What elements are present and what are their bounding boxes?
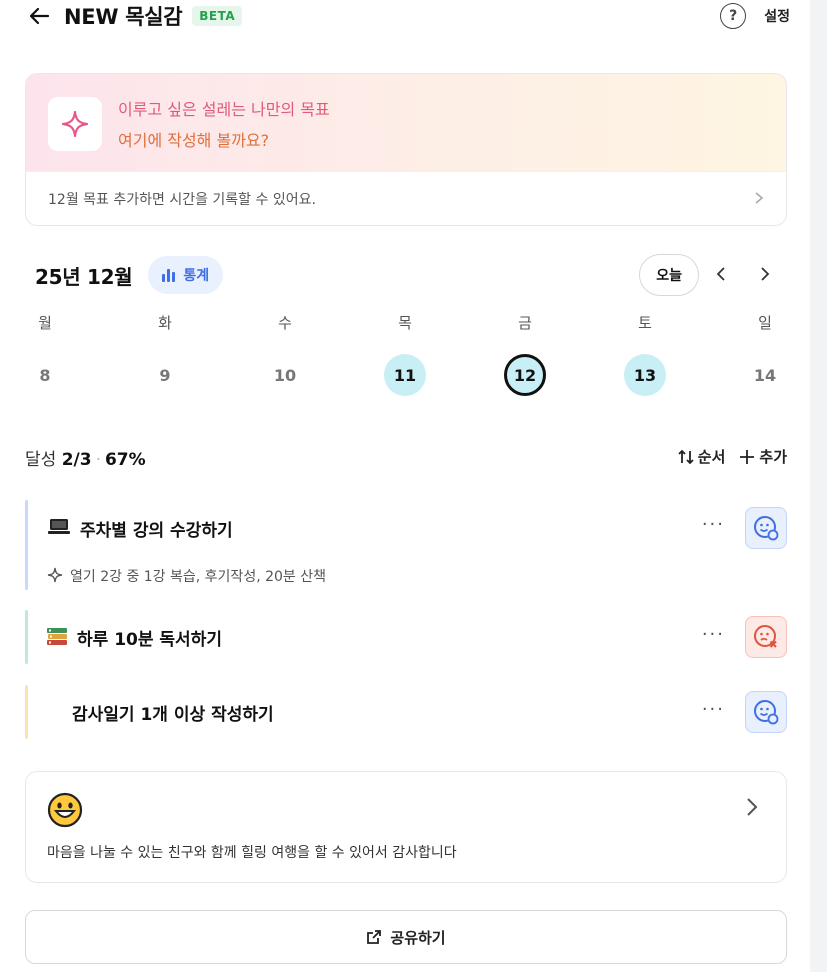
weekday-label: 목 (398, 314, 412, 332)
laptop-icon (47, 516, 71, 536)
today-button[interactable]: 오늘 (639, 254, 699, 296)
todo-color-bar (25, 500, 28, 590)
summary-actions: 순서 추가 (677, 446, 787, 467)
help-icon[interactable]: ? (720, 3, 747, 29)
grinning-face-icon (47, 792, 83, 828)
todo-color-bar (25, 610, 28, 664)
day-number: 13 (624, 354, 666, 396)
chevron-right-icon (746, 797, 758, 823)
day-number: 11 (384, 354, 426, 396)
app-header: NEW 목실감 BETA ? 설정 (28, 0, 790, 32)
month-title: 25년 12월 (35, 264, 133, 289)
todo-item[interactable]: 감사일기 1개 이상 작성하기 ··· (25, 685, 787, 739)
weekday-label: 금 (518, 314, 532, 332)
status-smile-icon[interactable] (745, 507, 787, 549)
day-number: 14 (753, 365, 777, 385)
share-label: 공유하기 (390, 928, 446, 947)
day-cell[interactable]: 13 (615, 354, 675, 396)
goal-hint-row[interactable]: 12월 목표 추가하면 시간을 기록할 수 있어요. (26, 171, 786, 225)
day-cell[interactable]: 8 (15, 354, 75, 396)
summary-count: 2/3 (61, 450, 92, 470)
external-link-icon (366, 929, 382, 945)
day-cell[interactable]: 10 (255, 354, 315, 396)
stats-label: 통계 (183, 268, 210, 284)
page-title: NEW 목실감 (64, 5, 183, 29)
more-options-icon[interactable]: ··· (702, 624, 725, 645)
weekday-label: 월 (38, 314, 52, 332)
bar-chart-icon (162, 268, 177, 282)
more-options-icon[interactable]: ··· (702, 699, 725, 720)
order-button[interactable]: 순서 (698, 446, 726, 467)
books-icon (45, 625, 69, 649)
goal-prompt-line1: 이루고 싶은 설레는 나만의 목표 (118, 100, 330, 119)
todo-title: 주차별 강의 수강하기 (80, 521, 233, 541)
day-number: 9 (159, 365, 171, 385)
summary-prefix: 달성 (25, 450, 57, 470)
todo-item[interactable]: 주차별 강의 수강하기 열기 2강 중 1강 복습, 후기작성, 20분 산책 … (25, 500, 787, 590)
day-cell[interactable]: 14 (735, 354, 795, 396)
goal-hint-text: 12월 목표 추가하면 시간을 기록할 수 있어요. (48, 192, 316, 208)
todo-title: 하루 10분 독서하기 (77, 630, 222, 650)
share-button[interactable]: 공유하기 (25, 910, 787, 964)
weekday-label: 화 (158, 314, 172, 332)
todo-subtask: 열기 2강 중 1강 복습, 후기작성, 20분 산책 (70, 569, 326, 585)
weekday-label: 일 (758, 314, 772, 332)
day-cell-selected[interactable]: 12 (495, 354, 555, 396)
day-cell[interactable]: 11 (375, 354, 435, 396)
beta-badge: BETA (192, 6, 243, 26)
scrollbar[interactable] (810, 0, 827, 972)
gratitude-text: 마음을 나눌 수 있는 친구와 함께 힐링 여행을 할 수 있어서 감사합니다 (47, 845, 457, 861)
header-actions: ? 설정 (720, 3, 790, 29)
day-number: 12 (504, 354, 546, 396)
todo-title: 감사일기 1개 이상 작성하기 (72, 705, 274, 725)
day-number: 8 (39, 365, 51, 385)
summary-percent: 67% (104, 450, 146, 470)
todo-color-bar (25, 685, 28, 739)
todo-item[interactable]: 하루 10분 독서하기 ··· (25, 610, 787, 664)
page: NEW 목실감 BETA ? 설정 이루고 싶은 설레는 나만의 목표 여기에 … (0, 0, 810, 972)
settings-button[interactable]: 설정 (764, 6, 790, 26)
gratitude-card[interactable]: 마음을 나눌 수 있는 친구와 함께 힐링 여행을 할 수 있어서 감사합니다 (25, 771, 787, 883)
add-button[interactable]: 추가 (759, 446, 787, 467)
more-options-icon[interactable]: ··· (702, 514, 725, 535)
back-arrow-icon[interactable] (28, 5, 50, 27)
status-smile-icon[interactable] (745, 691, 787, 733)
sparkle-icon (48, 97, 102, 151)
chevron-right-icon (754, 190, 764, 209)
status-sad-icon[interactable] (745, 616, 787, 658)
next-week-chevron-icon[interactable] (743, 263, 787, 287)
month-header: 25년 12월 통계 오늘 (35, 253, 787, 297)
goal-card-banner: 이루고 싶은 설레는 나만의 목표 여기에 작성해 볼까요? (26, 74, 786, 171)
sparkle-small-icon (47, 567, 63, 583)
weekday-label: 토 (638, 314, 652, 332)
prev-week-chevron-icon[interactable] (699, 263, 743, 287)
sort-arrows-icon (677, 449, 695, 465)
plus-icon (739, 449, 755, 465)
day-cell[interactable]: 9 (135, 354, 195, 396)
weekday-label: 수 (278, 314, 292, 332)
goal-card[interactable]: 이루고 싶은 설레는 나만의 목표 여기에 작성해 볼까요? 12월 목표 추가… (25, 73, 787, 226)
goal-prompt-line2: 여기에 작성해 볼까요? (118, 131, 270, 150)
day-number: 10 (273, 365, 297, 385)
achievement-summary: 달성 2/3 · 67% (25, 450, 146, 470)
stats-button[interactable]: 통계 (148, 256, 224, 294)
